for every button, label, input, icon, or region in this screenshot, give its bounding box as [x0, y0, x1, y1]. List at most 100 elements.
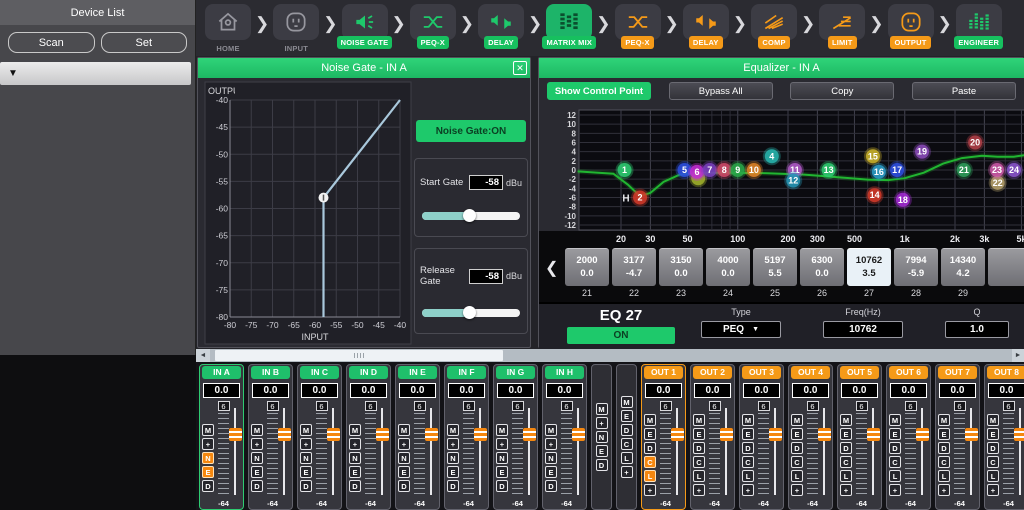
fader-track[interactable]	[823, 408, 825, 495]
channel-label[interactable]: IN E	[398, 366, 437, 379]
channel-strip-in-d[interactable]: IN D 0.0 M+NED 6 -64	[346, 364, 391, 510]
channel-button-E[interactable]: E	[202, 466, 214, 478]
fader-thumb[interactable]	[425, 428, 438, 441]
noise-gate-window-title[interactable]: Noise Gate - IN A ✕	[198, 58, 530, 78]
channel-strip-in-b[interactable]: IN B 0.0 M+NED 6 -64	[248, 364, 293, 510]
toolbar-item-limit[interactable]: LIMIT	[816, 4, 868, 49]
channel-strip-out-5[interactable]: OUT 5 0.0 MEDCL+ 6 -64	[837, 364, 882, 510]
channel-button-+[interactable]: +	[889, 484, 901, 496]
fader-track[interactable]	[430, 408, 432, 495]
channel-button-M[interactable]: M	[349, 424, 361, 436]
channel-button-+[interactable]: +	[300, 438, 312, 450]
master-button-+[interactable]: +	[596, 417, 608, 429]
paste-button[interactable]: Paste	[912, 82, 1016, 100]
channel-label[interactable]: OUT 5	[840, 366, 879, 379]
channel-gain-value[interactable]: 0.0	[694, 383, 731, 398]
channel-button-C[interactable]: C	[938, 456, 950, 468]
scan-button[interactable]: Scan	[8, 32, 95, 53]
channel-button-D[interactable]: D	[545, 480, 557, 492]
toolbar-item-delay[interactable]: DELAY	[475, 4, 527, 49]
channel-button-D[interactable]: D	[987, 442, 999, 454]
channel-button-M[interactable]: M	[447, 424, 459, 436]
channel-button-E[interactable]: E	[938, 428, 950, 440]
channel-gain-value[interactable]: 0.0	[350, 383, 387, 398]
channel-button-D[interactable]: D	[938, 442, 950, 454]
channel-gain-value[interactable]: 0.0	[301, 383, 338, 398]
channel-strip-out-6[interactable]: OUT 6 0.0 MEDCL+ 6 -64	[886, 364, 931, 510]
channel-label[interactable]: OUT 3	[742, 366, 781, 379]
copy-button[interactable]: Copy	[790, 82, 894, 100]
channel-button-C[interactable]: C	[742, 456, 754, 468]
channel-gain-value[interactable]: 0.0	[645, 383, 682, 398]
channel-button-D[interactable]: D	[349, 480, 361, 492]
channel-button-E[interactable]: E	[644, 428, 656, 440]
freq-input[interactable]: 10762	[823, 321, 903, 338]
eq-point-13[interactable]: 13	[820, 161, 838, 179]
equalizer-window-title[interactable]: Equalizer - IN A	[539, 58, 1024, 78]
fader-track[interactable]	[921, 408, 923, 495]
toolbar-item-peq-x[interactable]: PEQ-X	[612, 4, 664, 49]
master-button-D[interactable]: D	[596, 459, 608, 471]
fader-thumb[interactable]	[572, 428, 585, 441]
channel-button-C[interactable]: C	[644, 456, 656, 468]
channel-button-E[interactable]: E	[300, 466, 312, 478]
channel-button-C[interactable]: C	[987, 456, 999, 468]
toolbar-item-noise-gate[interactable]: NOISE GATE	[339, 4, 391, 49]
channel-button-N[interactable]: N	[349, 452, 361, 464]
channel-button-N[interactable]: N	[447, 452, 459, 464]
channel-button-D[interactable]: D	[693, 442, 705, 454]
channel-button-M[interactable]: M	[496, 424, 508, 436]
channel-button-E[interactable]: E	[545, 466, 557, 478]
band-button-26[interactable]: 63000.0	[800, 248, 844, 286]
eq-point-20[interactable]: 20	[966, 134, 984, 152]
channel-button-E[interactable]: E	[349, 466, 361, 478]
channel-button-E[interactable]: E	[742, 428, 754, 440]
channel-button-D[interactable]: D	[447, 480, 459, 492]
fader-thumb[interactable]	[376, 428, 389, 441]
channel-gain-value[interactable]: 0.0	[546, 383, 583, 398]
channel-label[interactable]: OUT 8	[987, 366, 1024, 379]
fader-track[interactable]	[577, 408, 579, 495]
channel-button-D[interactable]: D	[840, 442, 852, 454]
channel-button-+[interactable]: +	[938, 484, 950, 496]
channel-label[interactable]: IN D	[349, 366, 388, 379]
fader-thumb[interactable]	[916, 428, 929, 441]
channel-strip-out-8[interactable]: OUT 8 0.0 MEDCL+ 6 -64	[984, 364, 1024, 510]
eq-point-1[interactable]: 1	[616, 161, 634, 179]
channel-button-M[interactable]: M	[251, 424, 263, 436]
channel-label[interactable]: IN B	[251, 366, 290, 379]
eq-point-16[interactable]: 16	[870, 163, 888, 181]
channel-gain-value[interactable]: 0.0	[841, 383, 878, 398]
channel-button-M[interactable]: M	[545, 424, 557, 436]
fader-track[interactable]	[1019, 408, 1021, 495]
channel-button-E[interactable]: E	[398, 466, 410, 478]
channel-gain-value[interactable]: 0.0	[399, 383, 436, 398]
fader-track[interactable]	[528, 408, 530, 495]
start-gate-slider-thumb[interactable]	[463, 209, 476, 222]
channel-button-M[interactable]: M	[644, 414, 656, 426]
master-button-N[interactable]: N	[596, 431, 608, 443]
band-button-22[interactable]: 3177-4.7	[612, 248, 656, 286]
fader-track[interactable]	[970, 408, 972, 495]
scrollbar-thumb[interactable]	[215, 350, 503, 361]
bands-scroll-left-icon[interactable]: ❮	[545, 258, 558, 278]
channel-button-D[interactable]: D	[742, 442, 754, 454]
horizontal-scrollbar[interactable]: ◄ ►	[196, 349, 1024, 362]
channel-label[interactable]: OUT 4	[791, 366, 830, 379]
master-button-M[interactable]: M	[621, 396, 633, 408]
bypass-all-button[interactable]: Bypass All	[669, 82, 773, 100]
eq-point-15[interactable]: 15	[864, 147, 882, 165]
channel-label[interactable]: IN C	[300, 366, 339, 379]
fader-track[interactable]	[872, 408, 874, 495]
channel-button-E[interactable]: E	[251, 466, 263, 478]
close-icon[interactable]: ✕	[513, 61, 527, 75]
release-gate-value[interactable]: -58	[469, 269, 503, 284]
channel-button-E[interactable]: E	[496, 466, 508, 478]
band-button-24[interactable]: 40000.0	[706, 248, 750, 286]
channel-button-+[interactable]: +	[447, 438, 459, 450]
scroll-left-icon[interactable]: ◄	[196, 349, 210, 362]
fader-thumb[interactable]	[671, 428, 684, 441]
channel-button-M[interactable]: M	[889, 414, 901, 426]
toolbar-item-delay[interactable]: DELAY	[680, 4, 732, 49]
channel-button-C[interactable]: C	[840, 456, 852, 468]
